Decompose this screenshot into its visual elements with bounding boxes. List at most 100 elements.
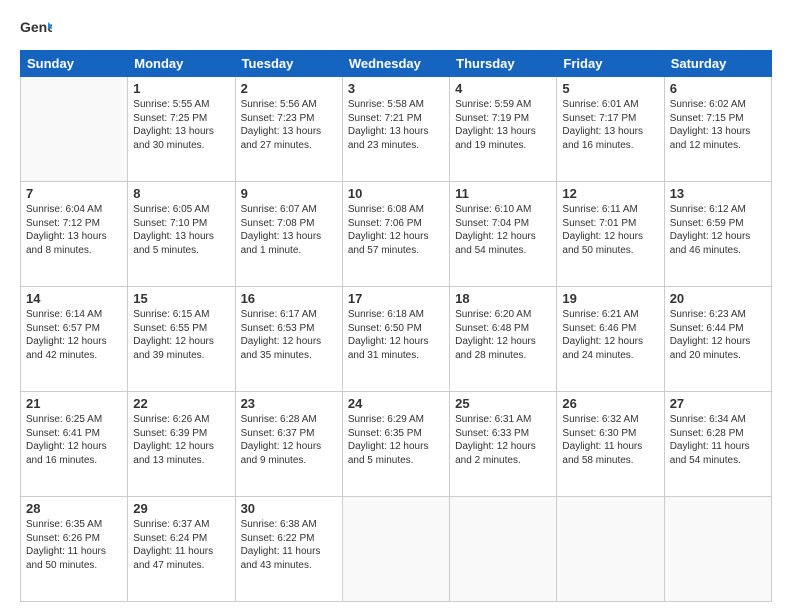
day-details: Sunrise: 6:26 AM Sunset: 6:39 PM Dayligh… bbox=[133, 413, 229, 467]
day-details: Sunrise: 6:31 AM Sunset: 6:33 PM Dayligh… bbox=[455, 413, 551, 467]
day-number: 13 bbox=[670, 186, 766, 201]
calendar-cell: 9 Sunrise: 6:07 AM Sunset: 7:08 PM Daylig… bbox=[235, 182, 342, 287]
day-number: 24 bbox=[348, 396, 444, 411]
weekday-header-monday: Monday bbox=[128, 51, 235, 77]
weekday-header-sunday: Sunday bbox=[21, 51, 128, 77]
day-number: 2 bbox=[241, 81, 337, 96]
day-details: Sunrise: 6:35 AM Sunset: 6:26 PM Dayligh… bbox=[26, 518, 122, 572]
calendar-cell bbox=[450, 497, 557, 602]
weekday-header-wednesday: Wednesday bbox=[342, 51, 449, 77]
day-details: Sunrise: 6:07 AM Sunset: 7:08 PM Dayligh… bbox=[241, 203, 337, 257]
calendar-cell: 2 Sunrise: 5:56 AM Sunset: 7:23 PM Daylig… bbox=[235, 77, 342, 182]
day-details: Sunrise: 6:17 AM Sunset: 6:53 PM Dayligh… bbox=[241, 308, 337, 362]
day-number: 23 bbox=[241, 396, 337, 411]
calendar-cell: 27 Sunrise: 6:34 AM Sunset: 6:28 PM Dayli… bbox=[664, 392, 771, 497]
calendar-cell: 19 Sunrise: 6:21 AM Sunset: 6:46 PM Dayli… bbox=[557, 287, 664, 392]
day-number: 18 bbox=[455, 291, 551, 306]
day-number: 25 bbox=[455, 396, 551, 411]
day-number: 17 bbox=[348, 291, 444, 306]
day-number: 10 bbox=[348, 186, 444, 201]
day-details: Sunrise: 6:01 AM Sunset: 7:17 PM Dayligh… bbox=[562, 98, 658, 152]
day-details: Sunrise: 6:12 AM Sunset: 6:59 PM Dayligh… bbox=[670, 203, 766, 257]
day-number: 6 bbox=[670, 81, 766, 96]
day-number: 30 bbox=[241, 501, 337, 516]
calendar-cell: 20 Sunrise: 6:23 AM Sunset: 6:44 PM Dayli… bbox=[664, 287, 771, 392]
calendar-cell: 16 Sunrise: 6:17 AM Sunset: 6:53 PM Dayli… bbox=[235, 287, 342, 392]
day-number: 20 bbox=[670, 291, 766, 306]
day-number: 19 bbox=[562, 291, 658, 306]
day-details: Sunrise: 6:23 AM Sunset: 6:44 PM Dayligh… bbox=[670, 308, 766, 362]
calendar-table: SundayMondayTuesdayWednesdayThursdayFrid… bbox=[20, 50, 772, 602]
day-number: 5 bbox=[562, 81, 658, 96]
weekday-header-thursday: Thursday bbox=[450, 51, 557, 77]
day-number: 26 bbox=[562, 396, 658, 411]
day-number: 1 bbox=[133, 81, 229, 96]
calendar-cell: 26 Sunrise: 6:32 AM Sunset: 6:30 PM Dayli… bbox=[557, 392, 664, 497]
calendar-week-5: 28 Sunrise: 6:35 AM Sunset: 6:26 PM Dayli… bbox=[21, 497, 772, 602]
day-details: Sunrise: 6:10 AM Sunset: 7:04 PM Dayligh… bbox=[455, 203, 551, 257]
page: General SundayMondayTuesdayWednesdayThur… bbox=[0, 0, 792, 612]
calendar-cell: 17Sunrise: 6:18 AM Sunset: 6:50 PM Dayli… bbox=[342, 287, 449, 392]
header: General bbox=[20, 18, 772, 40]
calendar-cell bbox=[342, 497, 449, 602]
calendar-cell: 5 Sunrise: 6:01 AM Sunset: 7:17 PM Daylig… bbox=[557, 77, 664, 182]
day-number: 9 bbox=[241, 186, 337, 201]
calendar-cell: 30 Sunrise: 6:38 AM Sunset: 6:22 PM Dayli… bbox=[235, 497, 342, 602]
weekday-header-friday: Friday bbox=[557, 51, 664, 77]
day-details: Sunrise: 6:38 AM Sunset: 6:22 PM Dayligh… bbox=[241, 518, 337, 572]
calendar-cell: 22 Sunrise: 6:26 AM Sunset: 6:39 PM Dayli… bbox=[128, 392, 235, 497]
day-number: 3 bbox=[348, 81, 444, 96]
calendar-cell bbox=[664, 497, 771, 602]
calendar-cell: 18 Sunrise: 6:20 AM Sunset: 6:48 PM Dayli… bbox=[450, 287, 557, 392]
day-number: 28 bbox=[26, 501, 122, 516]
calendar-cell: 25 Sunrise: 6:31 AM Sunset: 6:33 PM Dayli… bbox=[450, 392, 557, 497]
calendar-cell: 8 Sunrise: 6:05 AM Sunset: 7:10 PM Daylig… bbox=[128, 182, 235, 287]
weekday-header-saturday: Saturday bbox=[664, 51, 771, 77]
calendar-cell: 10 Sunrise: 6:08 AM Sunset: 7:06 PM Dayli… bbox=[342, 182, 449, 287]
day-details: Sunrise: 6:08 AM Sunset: 7:06 PM Dayligh… bbox=[348, 203, 444, 257]
calendar-cell: 28 Sunrise: 6:35 AM Sunset: 6:26 PM Dayli… bbox=[21, 497, 128, 602]
day-number: 12 bbox=[562, 186, 658, 201]
day-number: 4 bbox=[455, 81, 551, 96]
calendar-cell: 4 Sunrise: 5:59 AM Sunset: 7:19 PM Daylig… bbox=[450, 77, 557, 182]
day-details: Sunrise: 6:37 AM Sunset: 6:24 PM Dayligh… bbox=[133, 518, 229, 572]
calendar-cell: 23 Sunrise: 6:28 AM Sunset: 6:37 PM Dayli… bbox=[235, 392, 342, 497]
day-details: Sunrise: 6:14 AM Sunset: 6:57 PM Dayligh… bbox=[26, 308, 122, 362]
calendar-cell: 1Sunrise: 5:55 AM Sunset: 7:25 PM Daylig… bbox=[128, 77, 235, 182]
day-details: Sunrise: 6:34 AM Sunset: 6:28 PM Dayligh… bbox=[670, 413, 766, 467]
day-number: 27 bbox=[670, 396, 766, 411]
day-details: Sunrise: 6:15 AM Sunset: 6:55 PM Dayligh… bbox=[133, 308, 229, 362]
day-number: 14 bbox=[26, 291, 122, 306]
day-number: 22 bbox=[133, 396, 229, 411]
calendar-cell: 6 Sunrise: 6:02 AM Sunset: 7:15 PM Daylig… bbox=[664, 77, 771, 182]
day-number: 15 bbox=[133, 291, 229, 306]
day-details: Sunrise: 6:05 AM Sunset: 7:10 PM Dayligh… bbox=[133, 203, 229, 257]
day-number: 8 bbox=[133, 186, 229, 201]
day-number: 21 bbox=[26, 396, 122, 411]
day-details: Sunrise: 6:04 AM Sunset: 7:12 PM Dayligh… bbox=[26, 203, 122, 257]
calendar-cell: 3Sunrise: 5:58 AM Sunset: 7:21 PM Daylig… bbox=[342, 77, 449, 182]
day-details: Sunrise: 6:25 AM Sunset: 6:41 PM Dayligh… bbox=[26, 413, 122, 467]
logo: General bbox=[20, 18, 52, 40]
calendar-cell: 14 Sunrise: 6:14 AM Sunset: 6:57 PM Dayli… bbox=[21, 287, 128, 392]
day-details: Sunrise: 6:32 AM Sunset: 6:30 PM Dayligh… bbox=[562, 413, 658, 467]
svg-text:General: General bbox=[20, 19, 52, 35]
calendar-cell: 11 Sunrise: 6:10 AM Sunset: 7:04 PM Dayli… bbox=[450, 182, 557, 287]
day-details: Sunrise: 6:28 AM Sunset: 6:37 PM Dayligh… bbox=[241, 413, 337, 467]
calendar-cell: 21 Sunrise: 6:25 AM Sunset: 6:41 PM Dayli… bbox=[21, 392, 128, 497]
day-details: Sunrise: 5:56 AM Sunset: 7:23 PM Dayligh… bbox=[241, 98, 337, 152]
weekday-header-tuesday: Tuesday bbox=[235, 51, 342, 77]
day-number: 16 bbox=[241, 291, 337, 306]
day-details: Sunrise: 6:20 AM Sunset: 6:48 PM Dayligh… bbox=[455, 308, 551, 362]
day-details: Sunrise: 5:59 AM Sunset: 7:19 PM Dayligh… bbox=[455, 98, 551, 152]
calendar-cell: 15 Sunrise: 6:15 AM Sunset: 6:55 PM Dayli… bbox=[128, 287, 235, 392]
day-number: 11 bbox=[455, 186, 551, 201]
day-number: 29 bbox=[133, 501, 229, 516]
day-details: Sunrise: 6:21 AM Sunset: 6:46 PM Dayligh… bbox=[562, 308, 658, 362]
day-details: Sunrise: 6:11 AM Sunset: 7:01 PM Dayligh… bbox=[562, 203, 658, 257]
calendar-week-4: 21 Sunrise: 6:25 AM Sunset: 6:41 PM Dayli… bbox=[21, 392, 772, 497]
calendar-week-3: 14 Sunrise: 6:14 AM Sunset: 6:57 PM Dayli… bbox=[21, 287, 772, 392]
calendar-cell: 7Sunrise: 6:04 AM Sunset: 7:12 PM Daylig… bbox=[21, 182, 128, 287]
calendar-cell bbox=[21, 77, 128, 182]
day-details: Sunrise: 6:02 AM Sunset: 7:15 PM Dayligh… bbox=[670, 98, 766, 152]
